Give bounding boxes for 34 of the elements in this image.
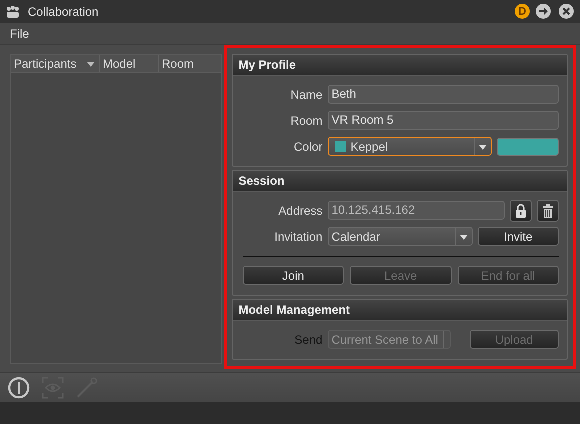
column-header[interactable]: Model <box>100 55 159 72</box>
team-icon <box>6 4 20 18</box>
invitation-dropdown[interactable]: Calendar <box>328 227 473 246</box>
field-label: Send <box>294 332 323 346</box>
button[interactable]: Invite <box>478 227 559 246</box>
field-label: Address <box>278 204 323 218</box>
field-label: Invitation <box>274 230 323 244</box>
trash-icon <box>542 204 554 218</box>
color-button[interactable] <box>496 138 559 156</box>
window-title: Collaboration <box>28 4 99 18</box>
lock-icon <box>515 204 527 218</box>
input-field[interactable]: 10.125.415.162 <box>328 201 505 220</box>
power-icon[interactable] <box>8 376 30 398</box>
input-field[interactable]: Beth <box>328 85 559 104</box>
send-dropdown: Current Scene to All <box>328 330 451 349</box>
column-header[interactable]: Participants <box>11 55 100 72</box>
button: End for all <box>458 266 560 285</box>
close-icon[interactable] <box>559 4 574 19</box>
status-badge[interactable]: D <box>515 4 530 19</box>
input-field[interactable]: VR Room 5 <box>328 111 559 130</box>
field-label: Color <box>293 140 323 154</box>
menu-item[interactable]: File <box>10 26 30 40</box>
button[interactable]: Join <box>242 266 344 285</box>
section-title: My Profile <box>232 55 567 76</box>
field-label: Room <box>290 114 323 128</box>
lock-button[interactable] <box>510 200 532 222</box>
delete-button[interactable] <box>537 200 559 222</box>
section-title: Model Management <box>232 300 567 321</box>
button: Upload <box>470 330 559 349</box>
button: Leave <box>350 266 452 285</box>
section-title: Session <box>232 171 567 192</box>
column-header[interactable]: Room <box>159 55 221 72</box>
color-dropdown[interactable]: Keppel <box>328 137 492 156</box>
field-label: Name <box>290 88 323 102</box>
